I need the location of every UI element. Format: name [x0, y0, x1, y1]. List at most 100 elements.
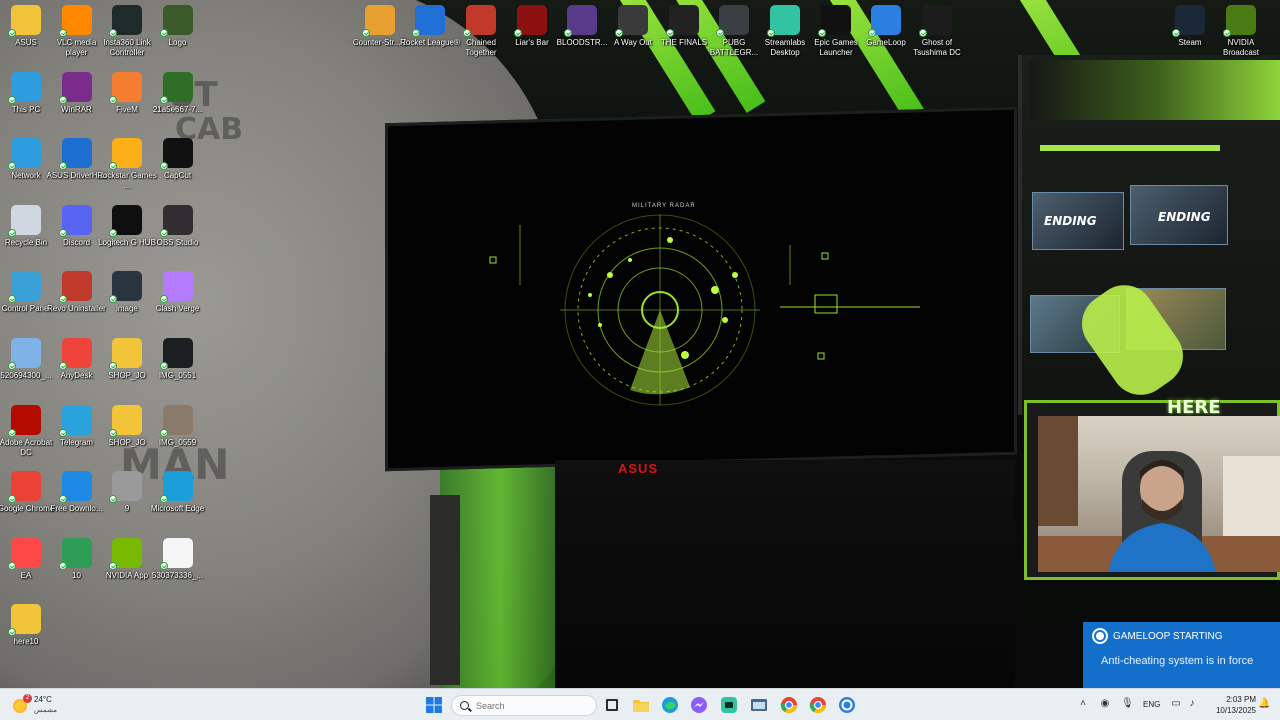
desktop-icon-network[interactable]: Network [1, 138, 51, 181]
desktop-icon-rockstar[interactable]: Rockstar Games ... [97, 138, 157, 191]
desktop-icon-ghost-of-tsushima[interactable]: Ghost of Tsushima DC [912, 5, 962, 58]
desktop-icon-obs[interactable]: OBS Studio [153, 204, 203, 248]
desktop-icon-image-person[interactable]: image [102, 271, 152, 314]
desktop-icon-logo[interactable]: Logo [153, 5, 203, 48]
desktop-icon-image-21a[interactable]: 21a5e667-7... [153, 71, 203, 115]
sync-check-icon [8, 561, 16, 570]
windows-start-icon[interactable] [425, 696, 443, 714]
rockstar-icon [109, 138, 142, 171]
search-input[interactable] [476, 699, 586, 713]
image-file-icon [159, 5, 193, 37]
desktop-icon-streamlabs[interactable]: Streamlabs Desktop [760, 5, 810, 58]
desktop-icon-winrar[interactable]: WinRAR [52, 71, 102, 115]
display-icon[interactable]: ▭ [1170, 698, 1182, 710]
desktop-icon-shop-jo-2[interactable]: SHOP_JO [102, 404, 152, 448]
desktop-icon-asus-folder[interactable]: ASUS [1, 5, 51, 48]
speaker-icon[interactable]: ♪ [1186, 698, 1198, 710]
desktop-icon-the-finals[interactable]: THE FINALS [659, 5, 709, 48]
microphone-icon[interactable]: 🎙 [1121, 698, 1134, 710]
task-view-icon[interactable] [603, 696, 621, 714]
desktop-icon-img-0551[interactable]: IMG_0551 [153, 338, 203, 381]
window-icon[interactable] [750, 696, 768, 714]
folder-icon[interactable] [632, 696, 650, 714]
sync-check-icon [8, 628, 16, 637]
image-file-icon [58, 537, 92, 570]
desktop-icon-fivem[interactable]: FiveM [102, 71, 152, 115]
desktop-icon-file-9[interactable]: 9 [102, 471, 152, 514]
network-icon [8, 138, 41, 171]
desktop-icon-revo[interactable]: Revo Uninstaller [47, 271, 106, 314]
desktop-icon-pubg[interactable]: PUBG BATTLEGR... [709, 5, 759, 58]
desktop-icon-cs2[interactable]: Counter-Str... 2 [353, 5, 407, 48]
desktop-icon-file-520694300[interactable]: 520694300_... [0, 338, 52, 381]
desktop-icon-capcut[interactable]: CapCut [153, 138, 203, 181]
desktop-icon-nvidia-app[interactable]: NVIDIA App [102, 537, 152, 581]
gameloop-notification[interactable]: GAMELOOP STARTING Anti-cheating system i… [1083, 622, 1280, 688]
desktop-icon-file-530373336[interactable]: 530373336_... [152, 537, 203, 581]
desktop-icon-img-0559[interactable]: IMG_0559 [153, 404, 203, 448]
weather-widget[interactable]: 2 24°C مشمس [10, 693, 80, 717]
chrome-profile-icon[interactable] [809, 696, 827, 714]
desktop-icon-anydesk[interactable]: AnyDesk [52, 338, 102, 381]
desktop-icon-fdm[interactable]: Free Downlo... [50, 471, 103, 514]
desktop-icon-control-panel[interactable]: Control Panel [1, 271, 51, 314]
sync-check-icon [109, 162, 117, 171]
desktop-icon-edge[interactable]: Microsoft Edge [151, 471, 204, 514]
desktop-icon-label: IMG_0559 [158, 437, 197, 447]
sync-check-icon [767, 29, 775, 37]
sync-check-icon [362, 29, 370, 37]
desktop-icon-shop-jo-1[interactable]: SHOP_JO [102, 338, 152, 381]
gameloop-icon[interactable] [838, 696, 856, 714]
messenger-icon[interactable] [690, 696, 708, 714]
desktop-icon-label: Microsoft Edge [150, 504, 205, 514]
desktop-icon-telegram[interactable]: Telegram [52, 404, 102, 448]
rocket-league-icon [412, 5, 445, 37]
desktop-icon-discord[interactable]: Discord [52, 204, 102, 248]
desktop-icon-this-pc[interactable]: This PC [1, 71, 51, 115]
desktop-icon-liars-bar[interactable]: Liar's Bar [507, 5, 557, 48]
desktop-icon-vlc[interactable]: VLC media player [52, 5, 102, 58]
sync-check-icon [58, 561, 67, 570]
chrome-icon[interactable] [780, 696, 798, 714]
sync-check-icon [818, 29, 826, 37]
desktop-icon-recycle-bin[interactable]: Recycle Bin [1, 204, 51, 248]
chrome-icon [8, 471, 41, 504]
desktop-icon-label: here10 [13, 637, 39, 647]
notification-bell-icon[interactable]: 🔔 [1258, 698, 1270, 710]
sync-check-icon [8, 495, 16, 504]
desktop-icon-epic[interactable]: Epic Games Launcher [811, 5, 861, 58]
radar-graphic [489, 214, 920, 406]
desktop-icon-insta360[interactable]: Insta360 Link Controller [102, 5, 152, 58]
taskbar-search[interactable] [451, 695, 597, 716]
desktop-icon-chrome[interactable]: Google Chrome [0, 471, 54, 514]
desktop-icon-nvidia-broadcast[interactable]: NVIDIA Broadcast [1216, 5, 1266, 58]
desktop-icon-clash-verge[interactable]: Clash Verge [153, 271, 203, 314]
desktop-icon-steam[interactable]: Steam [1165, 5, 1215, 48]
desktop-icon-ea[interactable]: EA [1, 537, 51, 581]
edge-icon[interactable] [661, 696, 679, 714]
desktop-icon-rocket-league[interactable]: Rocket League® [400, 5, 460, 48]
folder-icon [109, 338, 142, 370]
sync-check-icon [58, 162, 67, 171]
a-way-out-icon [615, 5, 648, 37]
desktop-icon-file-10[interactable]: 10 [52, 537, 102, 581]
sync-check-icon [159, 295, 168, 304]
sync-check-icon [109, 495, 117, 504]
chevron-up-icon[interactable]: ˄ [1077, 698, 1089, 710]
desktop-icon-logitech-ghub[interactable]: Logitech G HUB [98, 204, 156, 248]
monitor-brand-logo: ASUS [618, 461, 659, 476]
desktop-icon-bloodstrike[interactable]: BLOODSTR... [557, 5, 607, 48]
clock[interactable]: 2:03 PM 10/13/2025 [1202, 694, 1256, 716]
desktop-icon-here10[interactable]: here10 [1, 604, 51, 647]
recycle-bin-icon [8, 204, 41, 237]
desktop-icon-asus-driverhub[interactable]: ASUS DriverHub [46, 138, 107, 181]
desktop-icon-a-way-out[interactable]: A Way Out [608, 5, 658, 48]
notification-title: GAMELOOP STARTING [1113, 631, 1223, 642]
fivem-icon [109, 71, 142, 104]
desktop-icon-acrobat[interactable]: Adobe Acrobat DC [0, 404, 52, 458]
streamlabs-icon[interactable] [720, 696, 738, 714]
language-indicator[interactable]: ENG [1143, 700, 1160, 709]
gameloop-tray-icon[interactable]: ◉ [1099, 698, 1111, 710]
desktop-icon-chained-together[interactable]: Chained Together [456, 5, 506, 58]
desktop-icon-gameloop[interactable]: GameLoop [861, 5, 911, 48]
